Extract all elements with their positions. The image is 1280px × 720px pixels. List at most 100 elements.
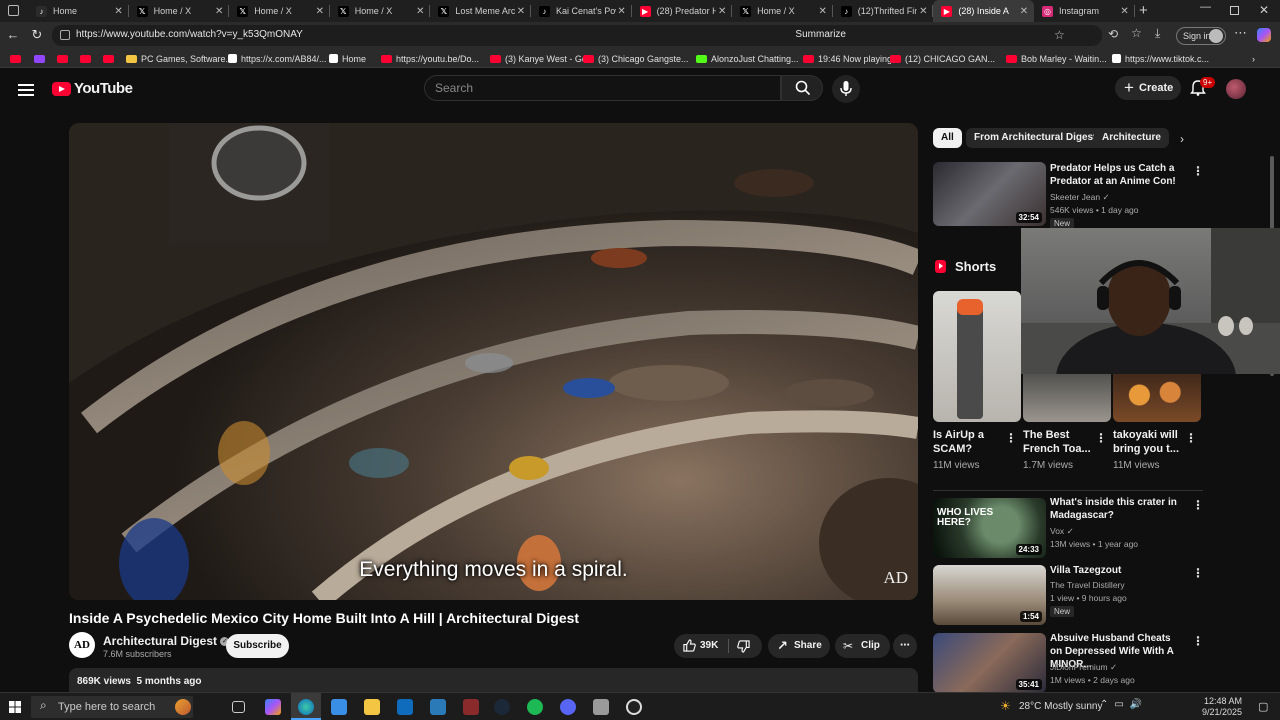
bookmark-item[interactable]: AlonzoJust Chatting...	[696, 52, 799, 65]
bookmark-item[interactable]: (3) Kanye West - Go...	[490, 52, 594, 65]
video-player[interactable]: Everything moves in a spiral. AD	[69, 123, 918, 600]
voice-search-button[interactable]	[832, 75, 860, 103]
menu-hamburger-icon[interactable]	[18, 81, 34, 99]
rec-channel[interactable]: JiDionPremium ✓	[1050, 662, 1117, 673]
short-more-icon[interactable]: ⋮	[1095, 431, 1107, 445]
rec-more-icon[interactable]: ⋮	[1192, 498, 1204, 512]
rec-more-icon[interactable]: ⋮	[1192, 164, 1204, 178]
search-input[interactable]: Search	[424, 75, 781, 101]
rec-channel[interactable]: The Travel Distillery	[1050, 580, 1125, 590]
close-tab-icon[interactable]: ✕	[113, 6, 125, 17]
bookmark-item[interactable]	[80, 52, 95, 65]
browser-tab[interactable]: ▶ (28) Predator He✕	[632, 0, 733, 22]
downloads-icon[interactable]: ⤓	[1155, 26, 1160, 41]
chip-architecture[interactable]: Architecture	[1094, 128, 1169, 148]
windows-start-icon[interactable]	[9, 701, 21, 713]
restore-button[interactable]	[1230, 6, 1239, 15]
short-thumbnail[interactable]	[1113, 368, 1201, 422]
rec-channel[interactable]: Vox ✓	[1050, 526, 1074, 537]
taskbar-widget-icon[interactable]	[175, 699, 191, 715]
rec-title[interactable]: Predator Helps us Catch a Predator at an…	[1050, 162, 1185, 188]
obs-icon[interactable]	[626, 699, 642, 715]
short-thumbnail[interactable]	[1023, 368, 1111, 422]
game-app-icon[interactable]	[463, 699, 479, 715]
share-button[interactable]: ↗ Share	[768, 634, 830, 658]
bookmark-item[interactable]: 19:46 Now playing...	[803, 52, 900, 65]
notification-center-icon[interactable]: ▢	[1258, 700, 1268, 713]
browser-tab[interactable]: 𝕏 Lost Meme Archi✕	[430, 0, 531, 22]
channel-avatar[interactable]: AD	[69, 632, 95, 658]
system-tray-icons[interactable]: ⌃▭🔊	[1100, 699, 1148, 710]
user-avatar[interactable]	[1226, 79, 1246, 99]
create-button[interactable]: Create	[1115, 76, 1181, 100]
chip-from-channel[interactable]: From Architectural Digest	[966, 128, 1105, 148]
short-title[interactable]: Is AirUp a SCAM?	[933, 428, 1003, 456]
clip-button[interactable]: ✂ Clip	[835, 634, 890, 658]
rec-thumbnail[interactable]: 35:41	[933, 633, 1046, 693]
browser-tab[interactable]: ◎ Instagram ✕	[1034, 0, 1135, 22]
bookmark-item[interactable]	[10, 52, 25, 65]
rec-thumbnail[interactable]: WHO LIVES HERE? 24:33	[933, 498, 1046, 558]
close-tab-icon[interactable]: ✕	[917, 6, 929, 17]
app-icon[interactable]	[430, 699, 446, 715]
profile-avatar-icon[interactable]	[1209, 29, 1223, 43]
store-icon[interactable]	[331, 699, 347, 715]
rec-thumbnail[interactable]: 1:54	[933, 565, 1046, 625]
new-tab-button[interactable]: +	[1139, 2, 1148, 19]
taskbar-clock[interactable]: 12:48 AM 9/21/2025	[1198, 696, 1242, 718]
rec-title[interactable]: Villa Tazegzout	[1050, 564, 1185, 577]
browser-tab[interactable]: 𝕏 Home / X ✕	[330, 0, 431, 22]
bookmark-item[interactable]	[57, 52, 72, 65]
close-tab-icon[interactable]: ✕	[314, 6, 326, 17]
close-tab-icon[interactable]: ✕	[616, 6, 628, 17]
extensions-icon[interactable]: ⟲	[1108, 27, 1118, 41]
weather-text[interactable]: 28°C Mostly sunny	[1019, 701, 1102, 712]
browser-tab[interactable]: 𝕏 Home / X ✕	[129, 0, 230, 22]
discord-icon[interactable]	[560, 699, 576, 715]
close-tab-icon[interactable]: ✕	[1018, 6, 1030, 17]
bookmark-item[interactable]	[34, 52, 49, 65]
chevron-right-icon[interactable]: ›	[1180, 132, 1184, 146]
like-count[interactable]: 39K	[700, 634, 718, 658]
bookmark-item[interactable]: (12) CHICAGO GAN...	[890, 52, 995, 65]
short-more-icon[interactable]: ⋮	[1185, 431, 1197, 445]
bookmark-item[interactable]: PC Games, Software...	[126, 52, 233, 65]
close-tab-icon[interactable]: ✕	[716, 6, 728, 17]
task-view-icon[interactable]	[232, 701, 245, 713]
close-tab-icon[interactable]: ✕	[1119, 6, 1131, 17]
close-tab-icon[interactable]: ✕	[414, 6, 426, 17]
favorite-star-icon[interactable]: ☆	[1054, 28, 1065, 42]
app-shield-icon[interactable]	[593, 699, 609, 715]
close-window-button[interactable]: ✕	[1259, 3, 1269, 17]
bookmark-item[interactable]: Home	[329, 52, 366, 65]
spotify-icon[interactable]	[527, 699, 543, 715]
bookmarks-overflow-icon[interactable]: ›	[1252, 52, 1255, 65]
favorites-icon[interactable]: ☆	[1131, 26, 1142, 40]
more-actions-button[interactable]: ⋯	[893, 634, 917, 658]
browser-tab[interactable]: 𝕏 Home / X ✕	[229, 0, 330, 22]
rec-title[interactable]: What's inside this crater in Madagascar?	[1050, 496, 1185, 522]
short-title[interactable]: The Best French Toa...	[1023, 428, 1093, 456]
browser-tab[interactable]: ▶ (28) Inside A ✕	[933, 0, 1034, 22]
rec-channel[interactable]: Skeeter Jean ✓	[1050, 192, 1110, 203]
close-tab-icon[interactable]: ✕	[515, 6, 527, 17]
rec-thumbnail[interactable]: 32:54	[933, 162, 1046, 226]
short-title[interactable]: takoyaki will bring you t...	[1113, 428, 1183, 456]
bookmark-item[interactable]	[103, 52, 118, 65]
browser-tab[interactable]: 𝕏 Home / X ✕	[732, 0, 833, 22]
taskbar-search-input[interactable]: Type here to search	[31, 696, 193, 718]
summarize-button[interactable]: Summarize	[795, 29, 846, 40]
bookmark-item[interactable]: (3) Chicago Gangste...	[583, 52, 689, 65]
bookmark-item[interactable]: Bob Marley - Waitin...	[1006, 52, 1107, 65]
back-button[interactable]: ←	[5, 27, 21, 43]
edge-browser-icon[interactable]	[298, 699, 314, 715]
browser-tab[interactable]: ♪ Kai Cenat's Powe✕	[531, 0, 632, 22]
bookmark-item[interactable]: https://youtu.be/Do...	[381, 52, 479, 65]
subscribe-button[interactable]: Subscribe	[226, 634, 289, 658]
copilot-taskbar-icon[interactable]	[265, 699, 281, 715]
dislike-thumb-icon[interactable]	[737, 640, 750, 653]
bookmark-item[interactable]: https://x.com/AB84/...	[228, 52, 327, 65]
browser-tab[interactable]: ♪ (12)Thrifted Find✕	[833, 0, 934, 22]
minimize-button[interactable]: —	[1200, 1, 1211, 13]
youtube-logo[interactable]: YouTube	[52, 80, 133, 97]
